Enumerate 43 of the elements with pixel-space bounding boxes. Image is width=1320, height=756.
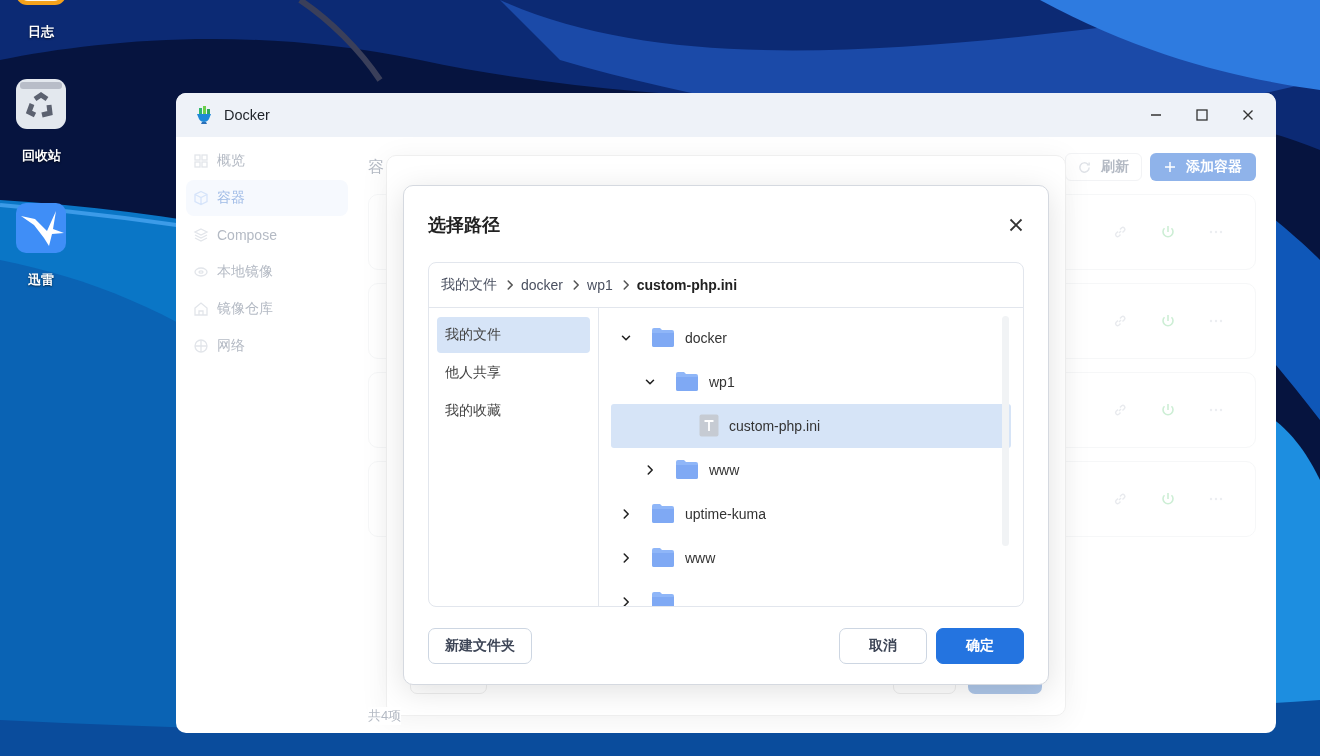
- text-file-icon: [699, 414, 719, 438]
- confirm-button[interactable]: 确定: [936, 628, 1024, 664]
- breadcrumb-link[interactable]: 我的文件: [441, 275, 497, 294]
- tree-item[interactable]: uptime-kuma: [611, 491, 1011, 536]
- folder-icon: [675, 459, 699, 481]
- folder-icon: [675, 371, 699, 393]
- plus-icon: [1164, 161, 1176, 173]
- tree-item[interactable]: www: [611, 447, 1011, 492]
- dialog-title: 选择路径: [428, 213, 501, 237]
- cube-icon: [193, 190, 209, 206]
- folder-icon: [651, 327, 675, 349]
- page-heading: 容: [368, 156, 385, 177]
- breadcrumb-link[interactable]: wp1: [587, 276, 613, 293]
- folder-icon: [651, 547, 675, 569]
- folder-icon: [651, 591, 675, 606]
- tree-item[interactable]: www: [611, 535, 1011, 580]
- house-icon: [193, 301, 209, 317]
- location-item[interactable]: 我的文件: [437, 316, 590, 353]
- window-title: Docker: [224, 107, 271, 123]
- desktop-icon-label: 回收站: [21, 147, 61, 165]
- tree-item[interactable]: wp1: [611, 359, 1011, 404]
- globe-icon: [193, 338, 209, 354]
- breadcrumb-link[interactable]: custom-php.ini: [636, 276, 738, 293]
- tree-item[interactable]: docker: [611, 315, 1011, 360]
- folder-icon: [651, 503, 675, 525]
- cancel-button[interactable]: 取消: [839, 628, 927, 664]
- app-icon: [194, 105, 214, 125]
- refresh-icon: [1078, 160, 1091, 174]
- location-item[interactable]: 他人共享: [437, 354, 590, 391]
- tree-item[interactable]: custom-php.ini: [611, 403, 1011, 448]
- close-icon[interactable]: [1008, 216, 1024, 233]
- recycle-bin-icon[interactable]: [16, 79, 66, 129]
- grid-icon: [193, 153, 209, 169]
- desktop-icon-label: 迅雷: [28, 271, 54, 289]
- bird-icon[interactable]: [16, 203, 66, 253]
- layers-icon: [193, 227, 209, 243]
- scrollbar[interactable]: [1002, 315, 1009, 546]
- desktop-icon-label: 日志: [28, 23, 54, 41]
- disk-icon: [193, 264, 209, 280]
- breadcrumb-link[interactable]: docker: [521, 276, 564, 293]
- new-folder-button[interactable]: 新建文件夹: [428, 628, 532, 664]
- item-count: 共4项: [368, 707, 402, 725]
- location-item[interactable]: 我的收藏: [437, 392, 590, 429]
